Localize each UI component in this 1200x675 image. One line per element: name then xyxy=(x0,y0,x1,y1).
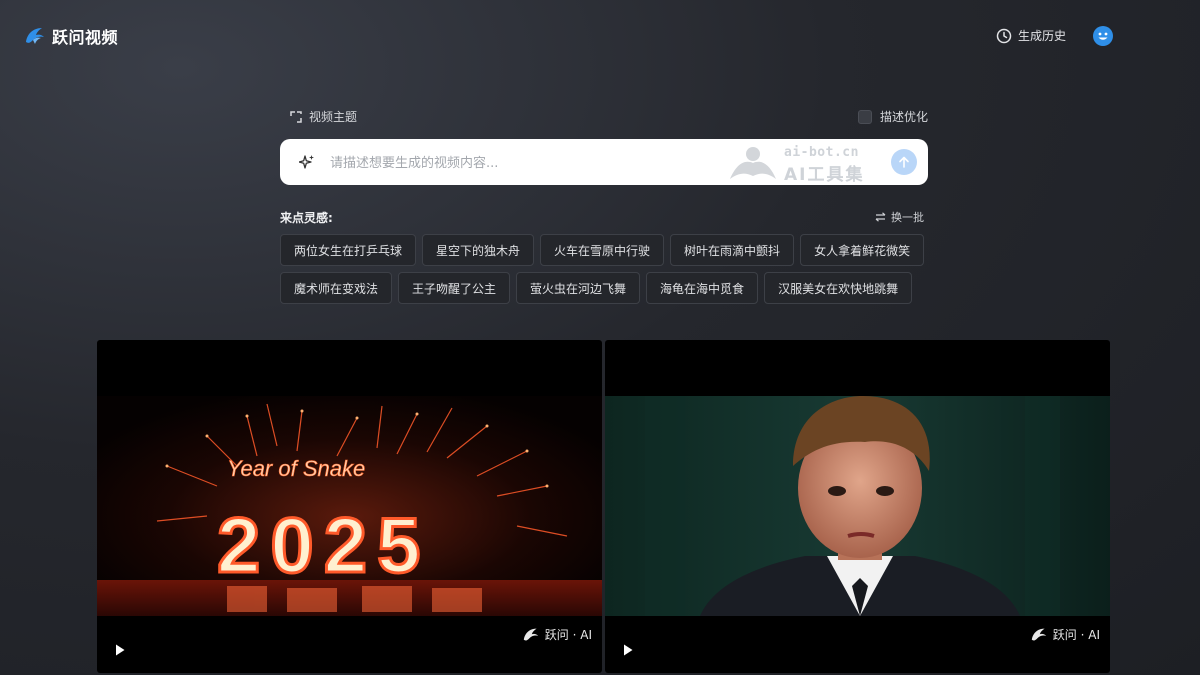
watermark-badge: 跃问 · AI xyxy=(1030,626,1100,643)
dolphin-logo-icon xyxy=(523,628,538,640)
watermark-badge: 跃问 · AI xyxy=(522,626,592,643)
inspiration-chip[interactable]: 两位女生在打乒乓球 xyxy=(280,234,417,266)
inspiration-chip[interactable]: 汉服美女在欢快地跳舞 xyxy=(764,272,913,304)
prompt-input[interactable] xyxy=(328,151,752,175)
smiley-icon xyxy=(1098,32,1108,40)
app-logo[interactable]: 跃问视频 xyxy=(24,24,118,48)
inspiration-chip[interactable]: 王子吻醒了公主 xyxy=(398,272,511,304)
inspiration-chip[interactable]: 海龟在海中觅食 xyxy=(646,272,759,304)
inspiration-chip[interactable]: 树叶在雨滴中颤抖 xyxy=(670,234,795,266)
video-overlay-line2: 2025 xyxy=(217,501,431,589)
badge-label: 跃问 · AI xyxy=(1052,628,1100,642)
inspiration-chip[interactable]: 星空下的独木舟 xyxy=(422,234,535,266)
inspiration-chip[interactable]: 女人拿着鲜花微笑 xyxy=(800,234,925,266)
history-label: 生成历史 xyxy=(1018,29,1067,43)
badge-label: 跃问 · AI xyxy=(544,628,592,642)
optimize-toggle[interactable]: 描述优化 xyxy=(857,108,928,125)
send-button[interactable] xyxy=(891,149,917,175)
composer: 视频主题 描述优化 ai-bot.cn AI工具集 来点灵感: xyxy=(280,105,928,304)
watermark-name: AI工具集 xyxy=(784,165,865,185)
arrow-up-icon xyxy=(899,156,909,168)
video-theme-label: 视频主题 xyxy=(309,110,358,124)
watermark-logo-icon xyxy=(730,147,776,179)
optimize-checkbox[interactable] xyxy=(857,109,872,124)
inspiration-chip[interactable]: 萤火虫在河边飞舞 xyxy=(516,272,641,304)
expand-icon xyxy=(290,110,302,123)
inspiration-chips: 两位女生在打乒乓球 星空下的独木舟 火车在雪原中行驶 树叶在雨滴中颤抖 女人拿着… xyxy=(280,234,928,310)
inspiration-chip[interactable]: 魔术师在变戏法 xyxy=(280,272,393,304)
chip-row-2: 魔术师在变戏法 王子吻醒了公主 萤火虫在河边飞舞 海龟在海中觅食 汉服美女在欢快… xyxy=(280,272,928,304)
dolphin-logo-icon xyxy=(1031,628,1046,640)
chip-row-1: 两位女生在打乒乓球 星空下的独木舟 火车在雪原中行驶 树叶在雨滴中颤抖 女人拿着… xyxy=(280,234,928,266)
video-thumbnail: Year of Snake 2025 xyxy=(97,396,602,616)
watermark: ai-bot.cn AI工具集 xyxy=(728,143,884,185)
user-avatar[interactable] xyxy=(1093,26,1113,46)
video-card[interactable]: Year of Snake 2025 跃问 · AI xyxy=(97,340,602,673)
optimize-label: 描述优化 xyxy=(879,110,928,124)
play-icon[interactable] xyxy=(622,643,634,657)
top-bar: 跃问视频 生成历史 xyxy=(0,0,1200,70)
refresh-label: 换一批 xyxy=(891,211,924,224)
play-icon[interactable] xyxy=(114,643,126,657)
prompt-box: ai-bot.cn AI工具集 xyxy=(280,139,928,185)
history-button[interactable]: 生成历史 xyxy=(996,27,1066,44)
video-overlay-line1: Year of Snake xyxy=(227,456,365,481)
refresh-button[interactable]: 换一批 xyxy=(875,209,924,225)
sparkle-icon xyxy=(299,155,314,169)
watermark-url: ai-bot.cn xyxy=(784,145,859,160)
video-theme-button[interactable]: 视频主题 xyxy=(290,108,357,125)
swap-icon xyxy=(875,212,886,222)
app-name: 跃问视频 xyxy=(52,28,119,47)
inspiration-title: 来点灵感: xyxy=(280,211,333,225)
options-row: 视频主题 描述优化 xyxy=(280,105,928,127)
dolphin-logo-icon xyxy=(26,28,44,44)
inspiration-chip[interactable]: 火车在雪原中行驶 xyxy=(540,234,665,266)
video-card[interactable]: 跃问 · AI xyxy=(605,340,1110,673)
clock-icon xyxy=(996,28,1012,43)
video-thumbnail xyxy=(605,396,1110,616)
